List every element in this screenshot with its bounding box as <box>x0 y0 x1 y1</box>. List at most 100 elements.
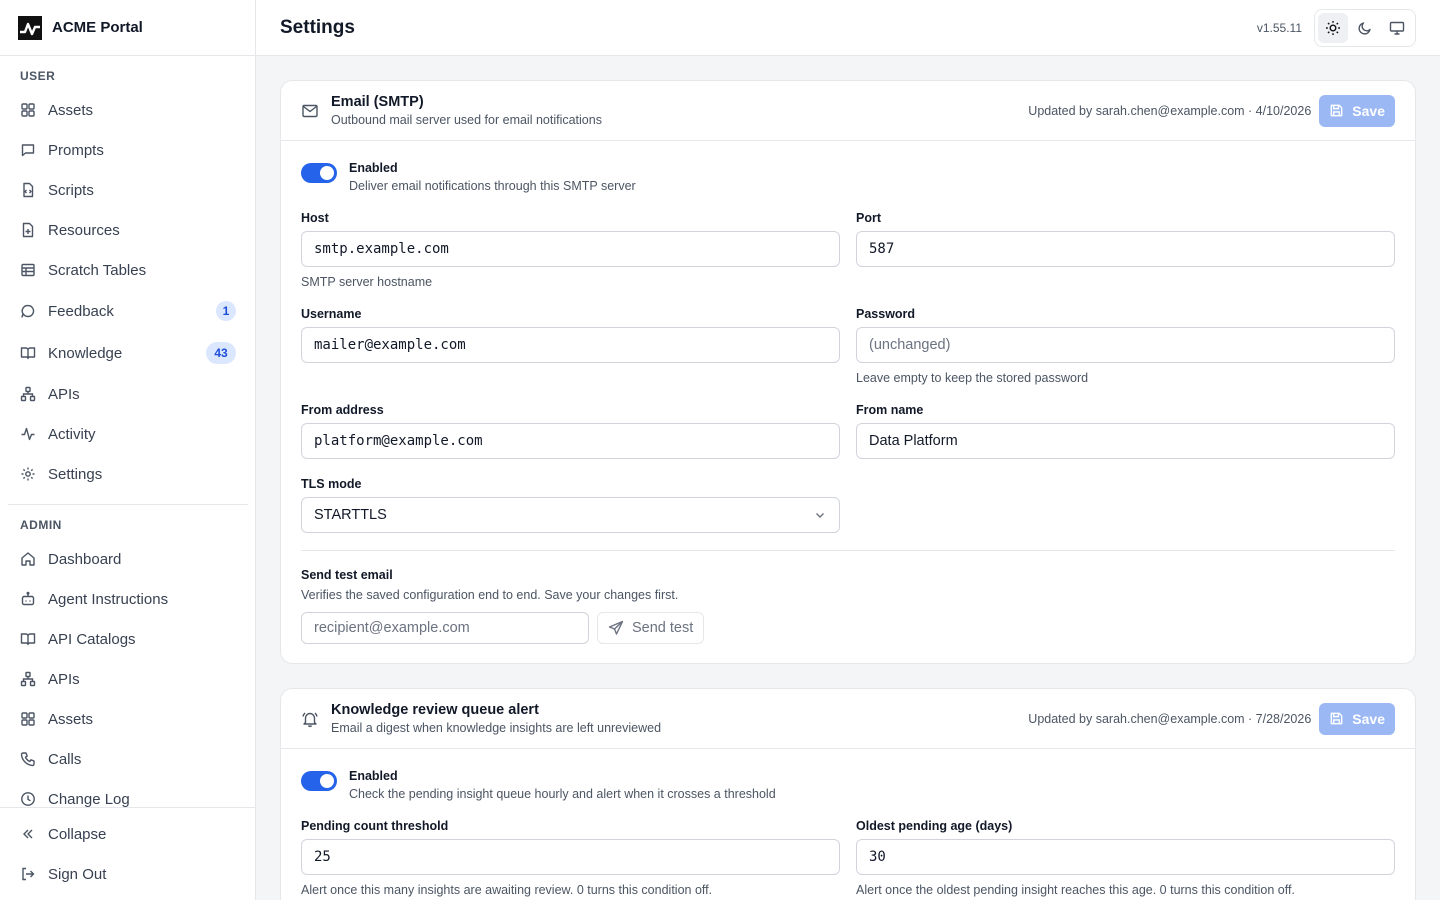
user-section-label: USER <box>20 69 56 83</box>
sidebar-item-calls[interactable]: Calls <box>8 741 248 777</box>
sidebar-item-scripts[interactable]: Scripts <box>8 172 248 208</box>
sidebar-item-agent-instructions[interactable]: Agent Instructions <box>8 581 248 617</box>
from-name-input[interactable]: Data Platform <box>856 423 1395 459</box>
oldest-age-label: Oldest pending age (days) <box>856 819 1013 833</box>
smtp-save-button[interactable]: Save <box>1319 94 1395 127</box>
app-name: ACME Portal <box>52 19 143 36</box>
sidebar-item-label: Settings <box>48 465 103 483</box>
sidebar-item-label: APIs <box>48 385 80 403</box>
sidebar-item-dashboard[interactable]: Dashboard <box>8 541 248 577</box>
oldest-age-field: Oldest pending age (days) 30 Alert once … <box>856 819 1395 897</box>
moon-icon <box>1358 21 1371 35</box>
sidebar-item-label: APIs <box>48 670 80 688</box>
message-circle-icon <box>21 304 35 318</box>
sidebar-item-assets[interactable]: Assets <box>8 92 248 128</box>
version-label: v1.55.11 <box>1256 20 1302 35</box>
gear-icon <box>21 467 35 481</box>
username-input[interactable]: mailer@example.com <box>301 327 840 363</box>
sidebar-item-apis[interactable]: APIs <box>8 376 248 412</box>
top-header: Settings v1.55.11 <box>256 0 1440 56</box>
sidebar-item-resources[interactable]: Resources <box>8 212 248 248</box>
from-address-input[interactable]: platform@example.com <box>301 423 840 459</box>
network-icon <box>20 386 36 402</box>
host-input[interactable]: smtp.example.com <box>301 231 840 267</box>
sidebar-item-label: Scratch Tables <box>48 261 147 279</box>
feedback-count-badge: 1 <box>216 301 236 321</box>
knowledge-enabled-title: Enabled <box>349 769 398 783</box>
knowledge-updated-info: Updated by sarah.chen@example.com · 7/28… <box>1028 711 1312 726</box>
password-input[interactable]: (unchanged) <box>856 327 1395 363</box>
acme-logo-icon <box>18 15 42 40</box>
dark-theme-button[interactable] <box>1350 13 1380 43</box>
sidebar-item-label: Activity <box>48 425 96 443</box>
file-plus-icon <box>22 222 34 238</box>
smtp-card-body: Enabled Deliver email notifications thro… <box>281 141 1415 664</box>
sidebar-item-scratch-tables[interactable]: Scratch Tables <box>8 252 248 288</box>
knowledge-alert-card: Knowledge review queue alert Email a dig… <box>280 688 1416 900</box>
sidebar-item-label: Assets <box>48 710 94 728</box>
sidebar-item-label: Calls <box>48 750 82 768</box>
sidebar-item-settings[interactable]: Settings <box>8 456 248 492</box>
pending-threshold-help: Alert once this many insights are awaiti… <box>301 883 713 897</box>
monitor-icon <box>1389 21 1405 35</box>
tls-mode-label: TLS mode <box>301 477 362 491</box>
save-icon <box>1330 104 1343 117</box>
knowledge-enabled-description: Check the pending insight queue hourly a… <box>349 787 776 801</box>
test-recipient-input[interactable]: recipient@example.com <box>301 612 589 644</box>
section-divider <box>301 550 1395 551</box>
log-out-icon <box>22 867 35 881</box>
admin-section-label: ADMIN <box>20 518 62 532</box>
message-square-icon <box>21 144 35 157</box>
from-address-field: From address platform@example.com <box>301 403 840 459</box>
book-open-icon <box>20 347 36 360</box>
mail-icon <box>302 104 318 117</box>
sidebar-item-label: Agent Instructions <box>48 590 169 608</box>
chevrons-left-icon <box>23 829 33 839</box>
password-field: Password (unchanged) Leave empty to keep… <box>856 307 1395 385</box>
smtp-card-title: Email (SMTP) <box>331 94 424 110</box>
sidebar-item-prompts[interactable]: Prompts <box>8 132 248 168</box>
sign-out-button[interactable]: Sign Out <box>8 856 248 892</box>
tls-mode-select[interactable]: STARTTLS <box>301 497 840 533</box>
tls-mode-field: TLS mode STARTTLS <box>301 477 840 533</box>
knowledge-save-button[interactable]: Save <box>1319 702 1395 735</box>
sidebar-item-feedback[interactable]: Feedback 1 <box>8 293 248 329</box>
sidebar-item-activity[interactable]: Activity <box>8 416 248 452</box>
knowledge-enabled-toggle[interactable] <box>301 771 337 791</box>
network-icon <box>20 671 36 687</box>
from-name-label: From name <box>856 403 924 417</box>
oldest-age-input[interactable]: 30 <box>856 839 1395 875</box>
username-label: Username <box>301 307 362 321</box>
sidebar-item-label: API Catalogs <box>48 630 136 648</box>
bell-icon <box>302 711 318 727</box>
smtp-save-label: Save <box>1352 102 1385 119</box>
brand[interactable]: ACME Portal <box>0 0 255 56</box>
sidebar-item-admin-apis[interactable]: APIs <box>8 661 248 697</box>
username-field: Username mailer@example.com <box>301 307 840 363</box>
sidebar-footer: Collapse Sign Out <box>0 807 255 900</box>
activity-icon <box>21 427 35 441</box>
password-help: Leave empty to keep the stored password <box>856 371 1089 385</box>
smtp-settings-card: Email (SMTP) Outbound mail server used f… <box>280 80 1416 664</box>
send-test-button[interactable]: Send test <box>597 612 705 644</box>
sidebar-item-admin-assets[interactable]: Assets <box>8 701 248 737</box>
pending-threshold-label: Pending count threshold <box>301 819 449 833</box>
home-icon <box>21 552 35 566</box>
collapse-button[interactable]: Collapse <box>8 816 248 852</box>
grid-icon <box>21 103 35 117</box>
sidebar-item-label: Feedback <box>48 302 114 320</box>
pending-threshold-input[interactable]: 25 <box>301 839 840 875</box>
sidebar-item-label: Scripts <box>48 181 94 199</box>
oldest-age-help: Alert once the oldest pending insight re… <box>856 883 1295 897</box>
system-theme-button[interactable] <box>1382 13 1412 43</box>
sidebar-item-api-catalogs[interactable]: API Catalogs <box>8 621 248 657</box>
port-input[interactable]: 587 <box>856 231 1395 267</box>
smtp-enabled-toggle[interactable] <box>301 163 337 183</box>
send-test-section: Send test email Verifies the saved confi… <box>301 568 1001 644</box>
smtp-enabled-title: Enabled <box>349 161 398 175</box>
sidebar-item-knowledge[interactable]: Knowledge 43 <box>8 335 248 371</box>
sidebar-item-label: Prompts <box>48 141 104 159</box>
knowledge-card-header: Knowledge review queue alert Email a dig… <box>281 689 1415 749</box>
password-label: Password <box>856 307 916 321</box>
light-theme-button[interactable] <box>1318 12 1348 43</box>
